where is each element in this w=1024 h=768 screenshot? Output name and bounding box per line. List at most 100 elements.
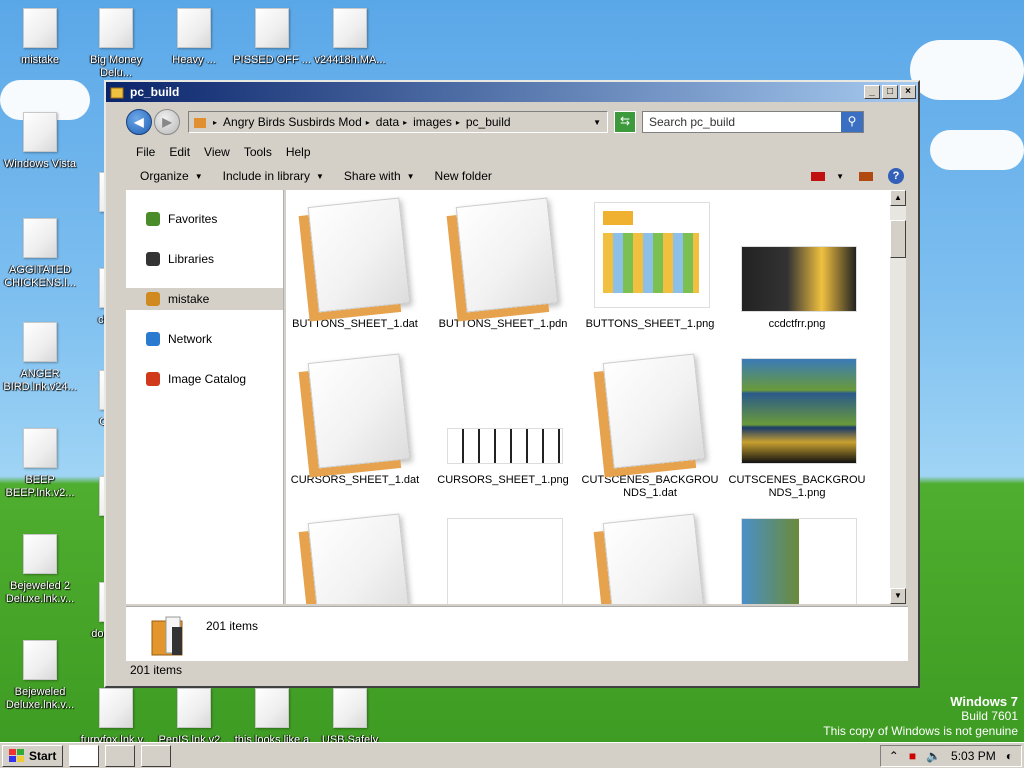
file-item[interactable]: BUTTONS_SHEET_1.dat <box>286 196 424 331</box>
tray-expand-icon[interactable]: ⌃ <box>889 749 899 763</box>
nav-item-favorites[interactable]: Favorites <box>126 208 283 230</box>
clock[interactable]: 5:03 PM <box>951 749 996 763</box>
nav-item-mistake[interactable]: mistake <box>126 288 283 310</box>
watermark-build: Build 7601 <box>961 709 1018 723</box>
nav-icon <box>146 252 160 266</box>
navigation-pane: Favorites Libraries mistake Network Image Ca… <box>126 190 284 604</box>
file-icon <box>96 8 136 52</box>
desktop-icon[interactable]: BEEP BEEP.lnk.v2... <box>0 428 80 500</box>
minimize-button[interactable]: _ <box>864 85 880 99</box>
desktop-icon-label: Big Money Delu... <box>90 54 142 79</box>
refresh-button[interactable]: ⇆ <box>614 111 636 133</box>
desktop-icon[interactable]: PenIS.lnk.v2... <box>154 688 234 747</box>
scroll-up-button[interactable]: ▲ <box>890 190 906 206</box>
nav-item-label: Network <box>168 332 213 346</box>
title-bar[interactable]: pc_build _ □ × <box>106 82 918 102</box>
desktop-icon[interactable]: Bejeweled Deluxe.lnk.v... <box>0 640 80 712</box>
flag-icon[interactable]: ■ <box>909 749 916 763</box>
file-item[interactable] <box>728 512 866 604</box>
file-icon <box>20 218 60 262</box>
taskbar-item[interactable] <box>141 744 172 767</box>
file-name: CURSORS_SHEET_1.dat <box>290 474 420 486</box>
desktop-icon-label: ANGER BIRD.lnk.v24... <box>3 368 77 393</box>
breadcrumb-item[interactable]: Angry Birds Susbirds Mod ▸ <box>223 115 370 129</box>
file-item[interactable]: CUTSCENES_BACKGROUNDS_1.png <box>728 352 866 500</box>
file-list: BUTTONS_SHEET_1.dat BUTTONS_SHEET_1.pdn BU… <box>286 190 890 604</box>
search-input[interactable]: Search pc_build ⚲ <box>642 111 864 133</box>
chevron-down-icon[interactable]: ▼ <box>593 118 601 127</box>
file-item[interactable]: BUTTONS_SHEET_1.pdn <box>434 196 572 331</box>
desktop-icon[interactable]: Bejeweled 2 Deluxe.lnk.v... <box>0 534 80 606</box>
file-item[interactable] <box>434 512 572 604</box>
file-item[interactable]: BUTTONS_SHEET_1.png <box>581 196 719 331</box>
back-button[interactable]: ◀ <box>126 109 152 135</box>
file-item[interactable] <box>286 512 424 604</box>
file-item[interactable]: ccdctfrr.png <box>728 196 866 331</box>
status-item-count: 201 items <box>130 662 183 677</box>
start-button[interactable]: Start <box>2 744 64 767</box>
desktop-icon[interactable]: mistake <box>0 8 80 67</box>
scroll-thumb[interactable] <box>890 220 906 258</box>
nav-item-image-catalog[interactable]: Image Catalog <box>126 368 283 390</box>
breadcrumb-item[interactable]: data ▸ <box>376 115 407 129</box>
views-button[interactable]: ▼ <box>810 170 844 182</box>
vertical-scrollbar[interactable]: ▲ ▼ <box>890 190 906 604</box>
chevron-down-icon: ▼ <box>194 171 203 181</box>
desktop-icon[interactable]: furryfox.lnk.v... <box>76 688 156 747</box>
taskbar-explorer[interactable] <box>69 744 100 767</box>
file-icon <box>330 8 370 52</box>
search-icon[interactable]: ⚲ <box>841 112 863 132</box>
address-bar[interactable]: ▸ Angry Birds Susbirds Mod ▸ data ▸ images… <box>188 111 608 133</box>
desktop-icon[interactable]: AGGITATED CHICKENS.l... <box>0 218 80 290</box>
preview-pane-icon[interactable] <box>858 170 874 182</box>
file-item[interactable]: CURSORS_SHEET_1.png <box>434 352 572 487</box>
file-item[interactable]: CURSORS_SHEET_1.dat <box>286 352 424 487</box>
desktop-icon[interactable]: PISSED OFF ... <box>232 8 312 67</box>
include-in-library-button[interactable]: Include in library ▼ <box>223 169 324 183</box>
nav-item-network[interactable]: Network <box>126 328 283 350</box>
volume-icon[interactable]: 🔈 <box>926 749 941 763</box>
views-icon <box>811 172 826 181</box>
nav-item-label: mistake <box>168 292 210 306</box>
menu-view[interactable]: View <box>204 145 230 159</box>
file-item[interactable] <box>581 512 719 604</box>
scroll-down-button[interactable]: ▼ <box>890 588 906 604</box>
command-bar: Organize ▼ Include in library ▼ Share with… <box>126 164 912 188</box>
desktop-icon-label: mistake <box>21 54 59 66</box>
file-thumbnail <box>443 512 563 604</box>
breadcrumb-item[interactable]: pc_build <box>466 115 511 129</box>
file-thumbnail <box>590 196 710 314</box>
menu-help[interactable]: Help <box>286 145 311 159</box>
nav-item-label: Image Catalog <box>168 372 247 386</box>
file-name: BUTTONS_SHEET_1.png <box>585 318 715 330</box>
file-icon <box>174 8 214 52</box>
file-thumbnail <box>295 352 415 470</box>
nav-item-libraries[interactable]: Libraries <box>126 248 283 270</box>
file-name: ccdctfrr.png <box>768 318 826 330</box>
share-with-button[interactable]: Share with ▼ <box>344 169 415 183</box>
folder-icon <box>194 118 206 128</box>
forward-button[interactable]: ▶ <box>154 109 180 135</box>
system-tray: ⌃ ■ 🔈 5:03 PM ◐ <box>879 744 1022 767</box>
start-label: Start <box>29 748 57 763</box>
menu-tools[interactable]: Tools <box>244 145 272 159</box>
menu-edit[interactable]: Edit <box>169 145 190 159</box>
new-folder-button[interactable]: New folder <box>435 169 492 183</box>
help-icon[interactable]: ? <box>888 168 904 184</box>
file-thumbnail <box>590 352 710 470</box>
file-item[interactable]: CUTSCENES_BACKGROUNDS_1.dat <box>581 352 719 500</box>
maximize-button[interactable]: □ <box>882 85 898 99</box>
refresh-icon: ⇆ <box>619 114 631 128</box>
show-desktop-icon[interactable]: ◐ <box>1006 749 1013 763</box>
desktop-icon[interactable]: ANGER BIRD.lnk.v24... <box>0 322 80 394</box>
desktop-icon[interactable]: v24418h.MA... <box>310 8 390 67</box>
desktop-icon[interactable]: Big Money Delu... <box>76 8 156 80</box>
desktop-icon-label: AGGITATED CHICKENS.l... <box>4 264 76 289</box>
close-button[interactable]: × <box>900 85 916 99</box>
breadcrumb-item[interactable]: images ▸ <box>413 115 460 129</box>
desktop-icon[interactable]: Windows Vista <box>0 112 80 171</box>
desktop-icon[interactable]: Heavy ... <box>154 8 234 67</box>
menu-file[interactable]: File <box>136 145 155 159</box>
taskbar-item[interactable] <box>105 744 136 767</box>
organize-button[interactable]: Organize ▼ <box>140 169 203 183</box>
